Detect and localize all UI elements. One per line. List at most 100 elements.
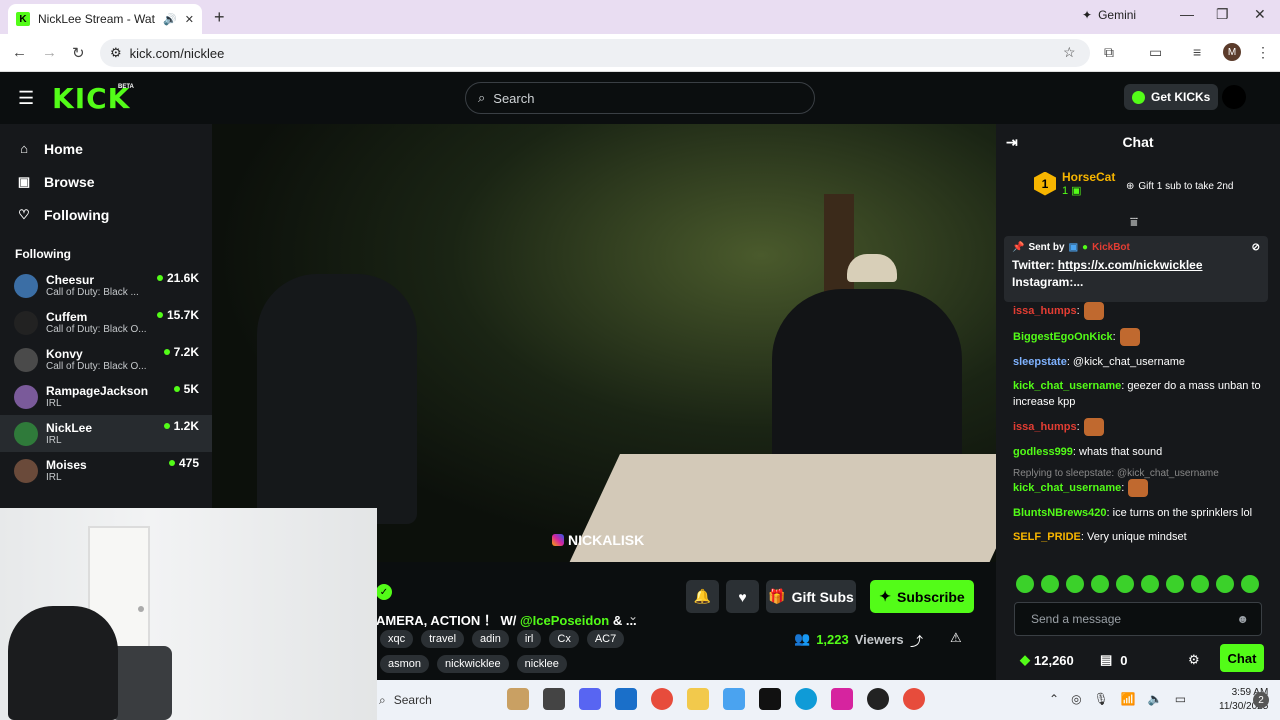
discord-icon[interactable] [579, 688, 601, 710]
browser-tab[interactable]: K NickLee Stream - Watch Liv 🔊 ✕ [8, 4, 202, 34]
chat-message-input[interactable]: Send a message ☻ [1014, 602, 1262, 636]
subscribe-button[interactable]: ✦ Subscribe [870, 580, 974, 613]
pinned-message[interactable]: 📌 Sent by ▣ ● KickBot ⊘ Twitter: https:/… [1004, 236, 1268, 302]
hamburger-menu-icon[interactable]: ☰ [18, 88, 34, 109]
bookmark-star-icon[interactable]: ☆ [1063, 44, 1076, 61]
stream-tag[interactable]: nickwicklee [437, 655, 509, 673]
site-info-icon[interactable]: ⚙ [110, 45, 122, 61]
emote-picker-icon[interactable] [1091, 575, 1109, 593]
nav-following[interactable]: ♡ Following [0, 198, 212, 231]
taskbar-search[interactable]: ⌕ Search [377, 680, 432, 720]
reload-icon[interactable]: ↻ [72, 44, 85, 62]
emote-picker-icon[interactable] [1016, 575, 1034, 593]
sidebar-channel[interactable]: NickLee IRL 1.2K [0, 415, 212, 452]
tray-app-icon[interactable]: ◎ [1071, 692, 1081, 706]
follow-heart-button[interactable]: ♥ [726, 580, 759, 613]
video-player[interactable]: NICKALISK [212, 124, 996, 562]
back-icon[interactable]: ← [12, 44, 27, 61]
folder-icon[interactable] [687, 688, 709, 710]
chat-username[interactable]: BluntsNBrews420 [1013, 507, 1107, 519]
microphone-icon[interactable]: 🎙 [1094, 692, 1109, 706]
battery-icon[interactable]: ▭ [1175, 692, 1186, 706]
instagram-icon[interactable] [831, 688, 853, 710]
gift-sub-cta[interactable]: ⊕ Gift 1 sub to take 2nd [1126, 181, 1233, 192]
title-mention-link[interactable]: @IcePoseidon [520, 613, 609, 628]
top-gifter[interactable]: 1 HorseCat 1 ▣ [1034, 170, 1115, 197]
chevron-up-icon[interactable]: ⌃ [1049, 692, 1059, 706]
wifi-icon[interactable]: 📶 [1121, 692, 1136, 706]
sidebar-channel[interactable]: RampageJackson IRL 5K [0, 378, 212, 415]
chat-username[interactable]: kick_chat_username [1013, 380, 1121, 392]
chat-username[interactable]: issa_humps [1013, 305, 1077, 317]
stream-tag[interactable]: adin [472, 630, 509, 648]
restore-icon[interactable]: ❐ [1216, 6, 1229, 23]
emote-picker-icon[interactable] [1116, 575, 1134, 593]
chrome-icon[interactable] [903, 688, 925, 710]
send-chat-button[interactable]: Chat [1220, 644, 1264, 672]
emote-picker-icon[interactable] [1066, 575, 1084, 593]
chevron-down-icon[interactable]: ⌄ [628, 609, 638, 623]
emote-picker-icon[interactable] [1166, 575, 1184, 593]
chrome-icon[interactable] [651, 688, 673, 710]
chat-username[interactable]: kick_chat_username [1013, 482, 1121, 494]
sidebar-channel[interactable]: Cuffem Call of Duty: Black O... 15.7K [0, 304, 212, 341]
emote-picker-icon[interactable] [1191, 575, 1209, 593]
media-icon[interactable]: ≡ [1193, 44, 1201, 60]
notification-bell-button[interactable]: 🔔 [686, 580, 719, 613]
gift-subs-button[interactable]: 🎁 Gift Subs [766, 580, 856, 613]
search-input[interactable]: ⌕ Search [465, 82, 815, 114]
stream-tag[interactable]: travel [421, 630, 465, 648]
emote-picker-icon[interactable] [1216, 575, 1234, 593]
stream-tag[interactable]: xqc [380, 630, 414, 648]
nav-browse[interactable]: ▣ Browse [0, 165, 212, 198]
gear-icon[interactable]: ⚙ [1188, 652, 1200, 668]
share-icon[interactable]: ⤴ [910, 631, 923, 650]
channel-points[interactable]: ◆ 12,260 [1020, 652, 1074, 668]
app-icon[interactable] [723, 688, 745, 710]
report-warning-icon[interactable]: ⚠ [950, 630, 962, 646]
menu-dots-icon[interactable]: ⋮ [1256, 44, 1270, 61]
sidebar-channel[interactable]: Cheesur Call of Duty: Black ... 21.6K [0, 267, 212, 304]
drops-count[interactable]: ▤ 0 [1100, 652, 1128, 668]
sidepanel-icon[interactable]: ▭ [1149, 44, 1162, 61]
get-kicks-button[interactable]: Get KICKs [1124, 84, 1219, 110]
store-icon[interactable] [615, 688, 637, 710]
emote-picker-icon[interactable] [1141, 575, 1159, 593]
chat-username[interactable]: issa_humps [1013, 421, 1077, 433]
emote-picker-icon[interactable] [1041, 575, 1059, 593]
notification-badge[interactable]: 2 [1253, 692, 1269, 708]
close-window-icon[interactable]: ✕ [1254, 6, 1266, 23]
collapse-chat-icon[interactable]: ⇥ [1006, 134, 1018, 151]
user-avatar[interactable] [1222, 85, 1246, 109]
nav-home[interactable]: ⌂ Home [0, 132, 212, 165]
filter-icon[interactable]: ⩸ [1130, 214, 1138, 230]
address-bar[interactable]: ⚙ kick.com/nicklee [100, 39, 1090, 67]
emoji-icon[interactable]: ☻ [1236, 612, 1249, 626]
forward-icon[interactable]: → [42, 44, 57, 61]
close-tab-icon[interactable]: ✕ [185, 13, 194, 26]
edge-icon[interactable] [795, 688, 817, 710]
extensions-icon[interactable]: ⧉ [1104, 44, 1114, 61]
emote-picker-icon[interactable] [1241, 575, 1259, 593]
twitter-link[interactable]: https://x.com/nickwicklee [1058, 258, 1203, 272]
app-icon[interactable] [543, 688, 565, 710]
stream-tag[interactable]: AC7 [586, 630, 625, 648]
volume-icon[interactable]: 🔈 [1148, 692, 1163, 706]
minimize-icon[interactable]: — [1180, 6, 1194, 22]
new-tab-button[interactable]: + [214, 7, 225, 28]
stream-tag[interactable]: nicklee [516, 655, 567, 673]
stream-tag[interactable]: irl [516, 630, 542, 648]
profile-avatar[interactable]: M [1223, 43, 1241, 61]
app-icon[interactable] [867, 688, 889, 710]
sidebar-channel[interactable]: Konvy Call of Duty: Black O... 7.2K [0, 341, 212, 378]
stream-tag[interactable]: Cx [549, 630, 579, 648]
app-icon[interactable] [507, 688, 529, 710]
chat-username[interactable]: SELF_PRIDE [1013, 531, 1081, 543]
chat-username[interactable]: sleepstate [1013, 356, 1067, 368]
stream-tag[interactable]: asmon [380, 655, 430, 673]
chat-username[interactable]: BiggestEgoOnKick [1013, 331, 1113, 343]
dropbox-icon[interactable] [759, 688, 781, 710]
sidebar-channel[interactable]: Moises IRL 475 [0, 452, 212, 489]
hide-pin-icon[interactable]: ⊘ [1252, 242, 1260, 253]
chat-username[interactable]: godless999 [1013, 446, 1073, 458]
